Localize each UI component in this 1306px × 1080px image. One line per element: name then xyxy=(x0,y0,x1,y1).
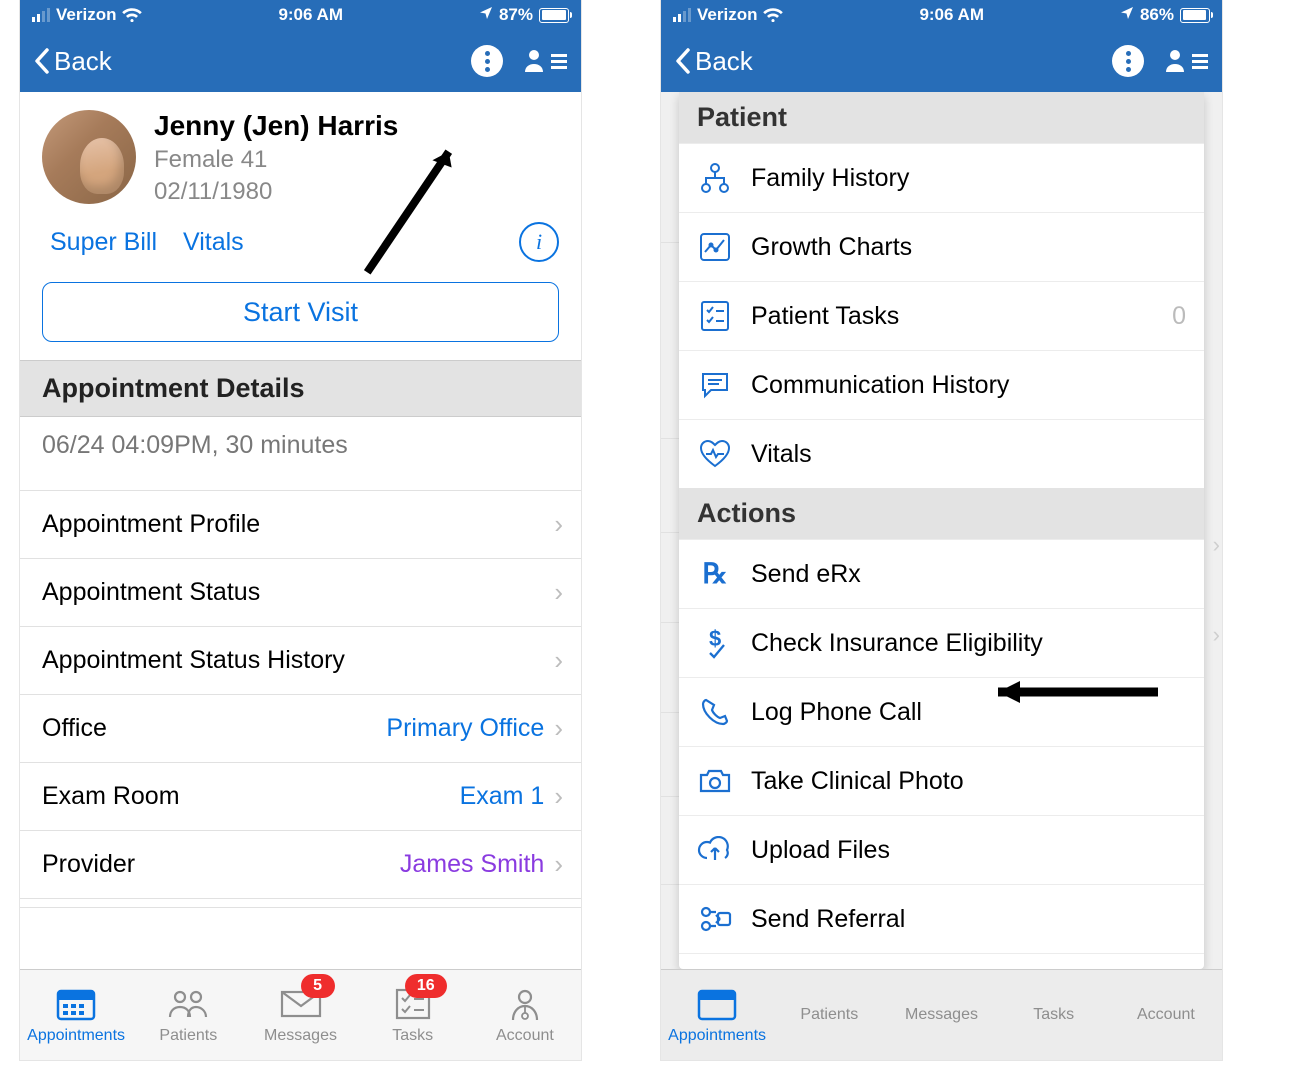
patient-panel: Patient Family History Growth Charts Pat… xyxy=(679,92,1204,969)
patient-sex-age: Female 41 xyxy=(154,146,398,174)
back-label: Back xyxy=(54,46,112,77)
tab-appointments[interactable]: Appointments xyxy=(661,970,773,1060)
chevron-right-icon: › xyxy=(554,645,563,676)
send-erx-item[interactable]: ℞Send eRx xyxy=(679,539,1204,608)
info-button[interactable]: i xyxy=(519,222,559,262)
appointment-time: 06/24 04:09PM, 30 minutes xyxy=(20,417,581,490)
people-icon xyxy=(166,985,210,1023)
rx-icon: ℞ xyxy=(697,556,733,592)
clock-label: 9:06 AM xyxy=(783,5,1120,25)
chevron-right-icon: › xyxy=(554,577,563,608)
carrier-label: Verizon xyxy=(56,5,116,25)
location-icon xyxy=(1120,5,1134,25)
tab-messages[interactable]: 5 Messages xyxy=(244,970,356,1060)
chat-icon xyxy=(697,367,733,403)
annotation-arrow-icon xyxy=(978,672,1168,712)
phone-appointment-detail: Verizon 9:06 AM 87% Back Jenny (Jen xyxy=(20,0,581,1060)
tab-account[interactable]: Account xyxy=(469,970,581,1060)
panel-section-patient: Patient xyxy=(679,92,1204,143)
provider-row[interactable]: ProviderJames Smith› xyxy=(20,830,581,898)
heart-icon xyxy=(697,436,733,472)
patient-tasks-item[interactable]: Patient Tasks0 xyxy=(679,281,1204,350)
communication-history-item[interactable]: Communication History xyxy=(679,350,1204,419)
patient-name: Jenny (Jen) Harris xyxy=(154,110,398,142)
nav-bar: Back xyxy=(661,30,1222,92)
tab-patients[interactable]: Patients xyxy=(773,970,885,1060)
tab-bar: Appointments Patients Messages Tasks Acc… xyxy=(661,969,1222,1060)
avatar[interactable] xyxy=(42,110,136,204)
status-bar: Verizon 9:06 AM 86% xyxy=(661,0,1222,30)
tab-appointments[interactable]: Appointments xyxy=(20,970,132,1060)
camera-icon xyxy=(697,763,733,799)
tasks-count: 0 xyxy=(1172,302,1186,331)
chevron-right-icon: › xyxy=(554,713,563,744)
exam-room-row[interactable]: Exam RoomExam 1› xyxy=(20,762,581,830)
back-button[interactable]: Back xyxy=(675,46,753,77)
tab-tasks[interactable]: 16 Tasks xyxy=(357,970,469,1060)
dollar-check-icon: $ xyxy=(697,625,733,661)
more-options-button[interactable] xyxy=(1112,45,1144,77)
checklist-icon xyxy=(697,298,733,334)
tab-tasks[interactable]: Tasks xyxy=(998,970,1110,1060)
back-label: Back xyxy=(695,46,753,77)
account-icon xyxy=(507,985,543,1023)
tab-account[interactable]: Account xyxy=(1110,970,1222,1060)
wifi-icon xyxy=(763,8,783,22)
family-history-item[interactable]: Family History xyxy=(679,143,1204,212)
status-bar: Verizon 9:06 AM 87% xyxy=(20,0,581,30)
office-row[interactable]: OfficePrimary Office› xyxy=(20,694,581,762)
patient-header: Jenny (Jen) Harris Female 41 02/11/1980 xyxy=(20,92,581,212)
nav-bar: Back xyxy=(20,30,581,92)
super-bill-link[interactable]: Super Bill xyxy=(50,228,157,257)
family-tree-icon xyxy=(697,160,733,196)
take-photo-item[interactable]: Take Clinical Photo xyxy=(679,746,1204,815)
location-icon xyxy=(479,5,493,25)
battery-icon xyxy=(1180,8,1210,23)
badge: 16 xyxy=(405,974,447,998)
check-insurance-item[interactable]: $Check Insurance Eligibility xyxy=(679,608,1204,677)
phone-icon xyxy=(697,694,733,730)
referral-icon xyxy=(697,901,733,937)
carrier-label: Verizon xyxy=(697,5,757,25)
chevron-right-icon: › xyxy=(554,849,563,880)
section-header: Appointment Details xyxy=(20,360,581,417)
chart-icon xyxy=(697,229,733,265)
chevron-right-icon: › xyxy=(554,509,563,540)
more-options-button[interactable] xyxy=(471,45,503,77)
start-visit-button[interactable]: Start Visit xyxy=(42,282,559,342)
badge: 5 xyxy=(301,974,335,998)
tab-bar: Appointments Patients 5 Messages 16 Task… xyxy=(20,969,581,1060)
clock-label: 9:06 AM xyxy=(142,5,479,25)
calendar-icon xyxy=(697,985,737,1023)
cloud-upload-icon xyxy=(697,832,733,868)
chevron-right-icon: › xyxy=(554,781,563,812)
back-button[interactable]: Back xyxy=(34,46,112,77)
tab-messages[interactable]: Messages xyxy=(885,970,997,1060)
upload-files-item[interactable]: Upload Files xyxy=(679,815,1204,884)
app-directory-item[interactable]: App Directory xyxy=(679,953,1204,969)
vitals-item[interactable]: Vitals xyxy=(679,419,1204,488)
appointment-profile-row[interactable]: Appointment Profile› xyxy=(20,490,581,558)
calendar-icon xyxy=(56,985,96,1023)
tab-patients[interactable]: Patients xyxy=(132,970,244,1060)
svg-text:$: $ xyxy=(709,627,721,651)
wifi-icon xyxy=(122,8,142,22)
patient-menu-button[interactable] xyxy=(1166,48,1208,74)
send-referral-item[interactable]: Send Referral xyxy=(679,884,1204,953)
battery-label: 86% xyxy=(1140,5,1174,25)
growth-charts-item[interactable]: Growth Charts xyxy=(679,212,1204,281)
patient-menu-button[interactable] xyxy=(525,48,567,74)
phone-patient-menu: Verizon 9:06 AM 86% Back ›› Patient xyxy=(661,0,1222,1060)
appointment-status-row[interactable]: Appointment Status› xyxy=(20,558,581,626)
battery-icon xyxy=(539,8,569,23)
appointment-status-history-row[interactable]: Appointment Status History› xyxy=(20,626,581,694)
battery-label: 87% xyxy=(499,5,533,25)
signal-icon xyxy=(673,8,691,22)
signal-icon xyxy=(32,8,50,22)
panel-section-actions: Actions xyxy=(679,488,1204,539)
vitals-link[interactable]: Vitals xyxy=(183,228,244,257)
